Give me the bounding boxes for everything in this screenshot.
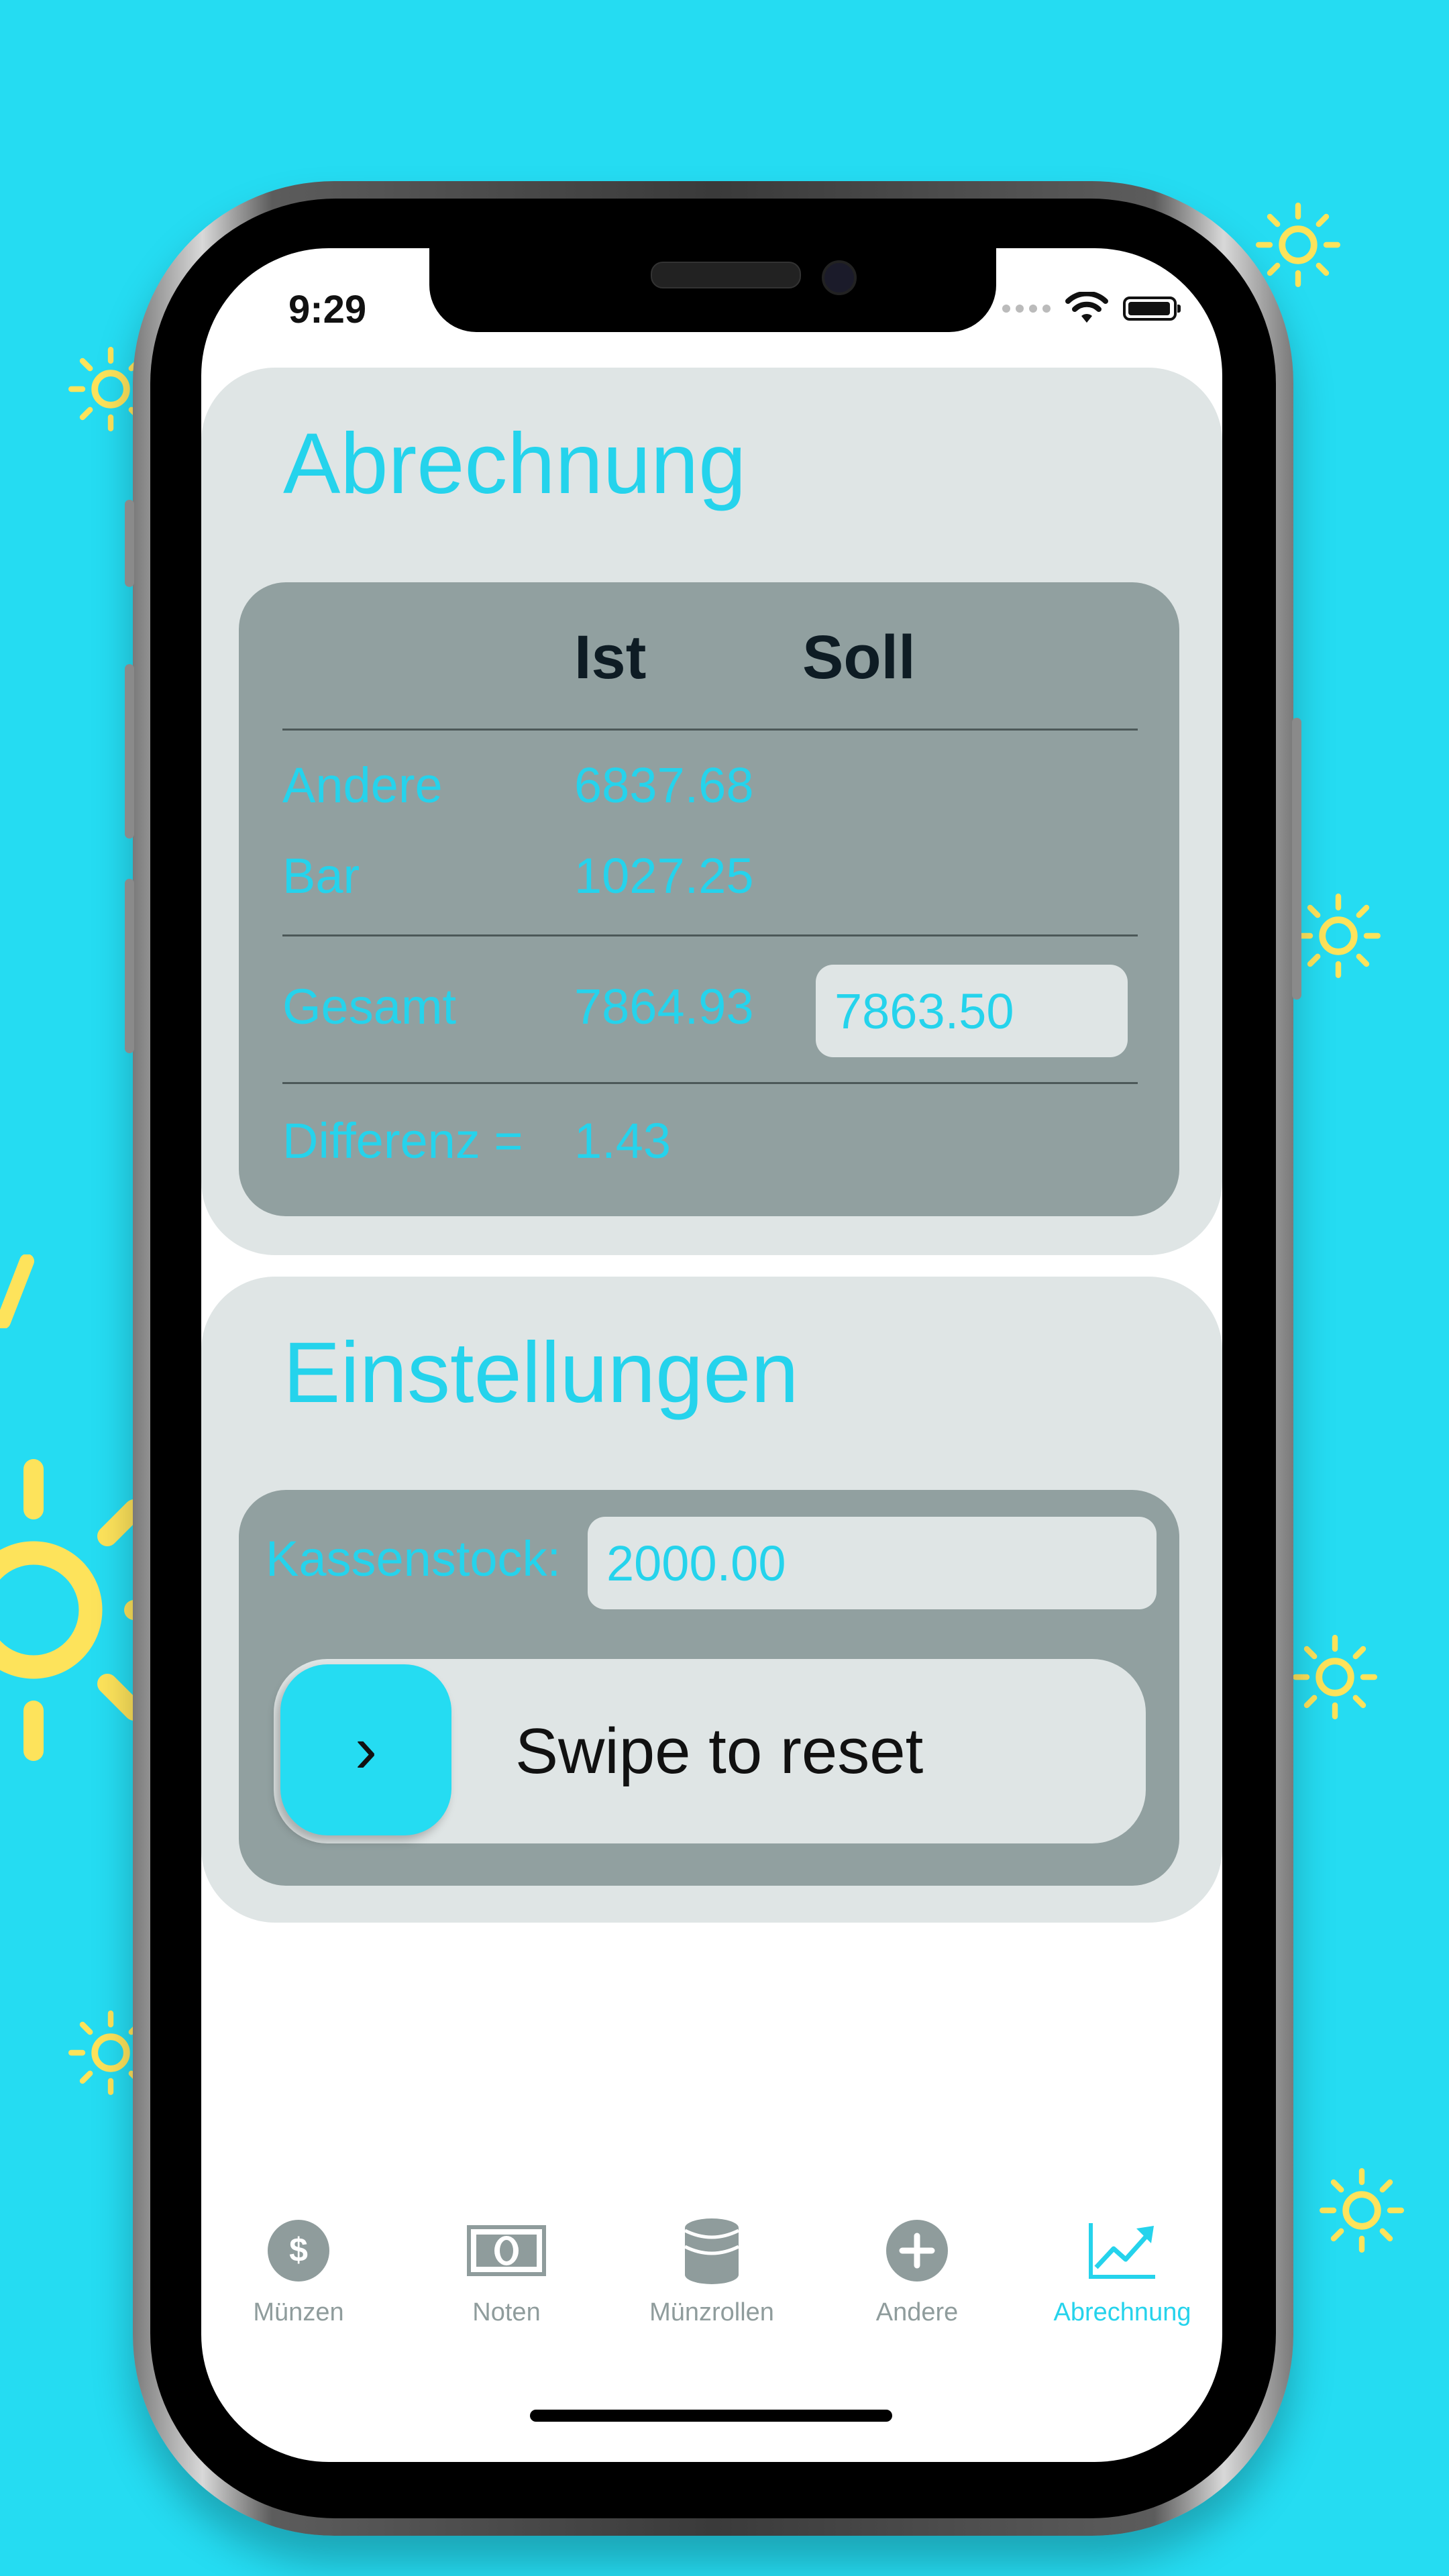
notch: [429, 248, 996, 332]
sun-ray-decoration-icon: [0, 1254, 34, 1328]
row-label-andere: Andere: [282, 757, 443, 813]
volume-down-button: [125, 879, 134, 1053]
tab-bar: $ Münzen Noten Münzrollen Andere Abrechn…: [201, 2180, 1222, 2462]
abrechnung-title: Abrechnung: [283, 416, 747, 512]
dollar-coin-icon: $: [268, 2220, 329, 2282]
sum-divider: [282, 934, 1138, 936]
tab-muenzrollen[interactable]: Münzrollen: [614, 2180, 809, 2355]
swipe-label: Swipe to reset: [515, 1715, 924, 1787]
tab-label-andere: Andere: [875, 2298, 959, 2326]
row-ist-andere: 6837.68: [574, 757, 754, 813]
diff-divider: [282, 1082, 1138, 1084]
swipe-to-reset-slider[interactable]: › Swipe to reset: [274, 1659, 1146, 1843]
header-soll: Soll: [802, 623, 916, 692]
speaker-grille: [651, 262, 801, 288]
tab-abrechnung[interactable]: Abrechnung: [1025, 2180, 1220, 2355]
sun-decoration-icon: [1256, 203, 1340, 287]
einstellungen-panel: Kassenstock: 2000.00 › Swipe to reset: [239, 1490, 1179, 1886]
plus-circle-icon: [886, 2220, 948, 2282]
row-label-bar: Bar: [282, 848, 360, 904]
einstellungen-title: Einstellungen: [283, 1325, 799, 1421]
tab-noten[interactable]: Noten: [409, 2180, 604, 2355]
mute-switch: [125, 500, 134, 587]
soll-input[interactable]: 7863.50: [816, 965, 1128, 1057]
abrechnung-card: Abrechnung Ist Soll Andere 6837.68 Bar 1…: [201, 368, 1222, 1255]
signal-dots-icon: [1002, 305, 1051, 313]
tab-label-abrechnung: Abrechnung: [1053, 2298, 1191, 2326]
sun-decoration-icon: [1293, 1635, 1377, 1719]
gesamt-ist: 7864.93: [574, 979, 754, 1034]
status-time: 9:29: [288, 288, 367, 331]
chart-trend-icon: [1089, 2223, 1155, 2279]
tab-label-muenzen: Münzen: [253, 2298, 344, 2326]
differenz-label: Differenz =: [282, 1113, 523, 1169]
sun-decoration-icon: [1296, 894, 1381, 978]
front-camera: [822, 260, 857, 295]
phone-screen: 9:29 Abrechnung Ist Soll Andere 6837.68 …: [201, 248, 1222, 2462]
banknote-icon: [467, 2225, 546, 2276]
abrechnung-panel: Ist Soll Andere 6837.68 Bar 1027.25 Gesa…: [239, 582, 1179, 1216]
gesamt-label: Gesamt: [282, 979, 457, 1034]
tab-muenzen[interactable]: $ Münzen: [201, 2180, 396, 2355]
row-ist-bar: 1027.25: [574, 848, 754, 904]
kassenstock-input[interactable]: 2000.00: [588, 1517, 1157, 1609]
header-divider: [282, 729, 1138, 731]
swipe-handle[interactable]: ›: [280, 1664, 451, 1835]
volume-up-button: [125, 664, 134, 839]
wifi-icon: [1065, 292, 1108, 323]
tab-label-muenzrollen: Münzrollen: [649, 2298, 774, 2326]
power-button: [1292, 718, 1301, 1000]
status-icons: [1002, 288, 1181, 329]
kassenstock-label: Kassenstock:: [266, 1531, 561, 1587]
sun-decoration-icon: [1320, 2168, 1404, 2253]
differenz-value: 1.43: [574, 1113, 672, 1169]
battery-icon: [1123, 297, 1181, 321]
header-ist: Ist: [574, 623, 647, 692]
tab-andere[interactable]: Andere: [820, 2180, 1014, 2355]
chevron-right-icon: ›: [354, 1712, 378, 1787]
coin-roll-icon: [684, 2218, 740, 2284]
home-indicator[interactable]: [530, 2410, 892, 2422]
tab-label-noten: Noten: [472, 2298, 541, 2326]
svg-text:$: $: [289, 2231, 308, 2269]
einstellungen-card: Einstellungen Kassenstock: 2000.00 › Swi…: [201, 1277, 1222, 1923]
